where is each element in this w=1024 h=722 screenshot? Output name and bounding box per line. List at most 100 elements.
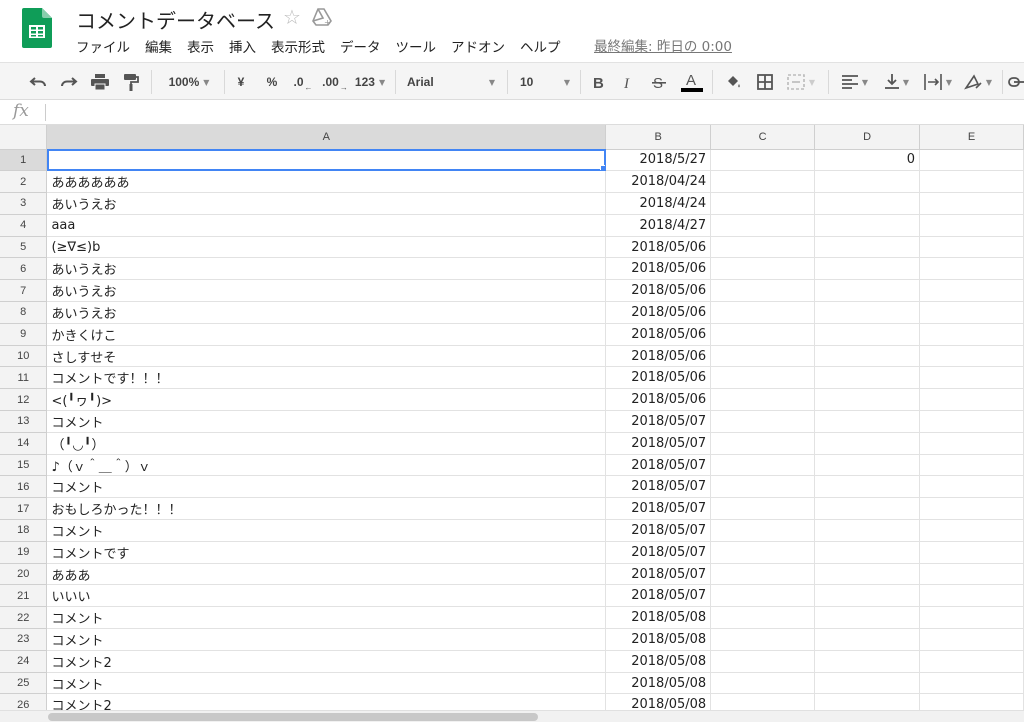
cell-d[interactable] xyxy=(814,214,921,237)
cell-d[interactable] xyxy=(814,693,921,710)
column-header-c[interactable]: C xyxy=(710,125,816,150)
document-title[interactable]: コメントデータベース xyxy=(76,5,275,34)
cell-e[interactable] xyxy=(919,606,1024,630)
bold-button[interactable]: B xyxy=(588,63,610,101)
row-header[interactable]: 26 xyxy=(0,693,48,710)
cell-b[interactable]: 2018/05/07 xyxy=(605,584,712,608)
cell-b[interactable]: 2018/05/06 xyxy=(605,279,712,303)
cell-a[interactable]: おもしろかった！！！ xyxy=(46,497,607,521)
cell-d[interactable] xyxy=(814,388,921,412)
menu-insert[interactable]: 挿入 xyxy=(229,36,256,56)
cell-e[interactable] xyxy=(919,693,1024,710)
cell-d[interactable] xyxy=(814,366,921,390)
cell-b[interactable]: 2018/05/06 xyxy=(605,323,712,346)
row-header[interactable]: 23 xyxy=(0,628,48,651)
decrease-decimal-button[interactable]: .0 ← xyxy=(290,63,316,101)
cell-e[interactable] xyxy=(919,323,1024,346)
menu-format[interactable]: 表示形式 xyxy=(271,36,325,56)
row-header[interactable]: 2 xyxy=(0,170,48,194)
font-size-select[interactable]: 10 ▼ xyxy=(516,63,574,101)
move-to-folder-icon[interactable]: + xyxy=(312,8,332,26)
menu-file[interactable]: ファイル xyxy=(76,36,130,56)
cell-e[interactable] xyxy=(919,628,1024,651)
cell-c[interactable] xyxy=(710,192,816,215)
cell-e[interactable] xyxy=(919,366,1024,390)
row-header[interactable]: 20 xyxy=(0,563,48,586)
fill-color-button[interactable] xyxy=(722,63,744,101)
cell-d[interactable] xyxy=(814,257,921,281)
cell-a[interactable]: コメントです！！！ xyxy=(46,366,607,390)
cell-b[interactable]: 2018/05/07 xyxy=(605,410,712,433)
cell-a[interactable]: コメントです xyxy=(46,541,607,564)
cell-e[interactable] xyxy=(919,149,1024,172)
text-wrapping-button[interactable]: ▼ xyxy=(920,63,956,101)
cell-a[interactable]: あいうえお xyxy=(46,301,607,324)
font-family-select[interactable]: Arial ▼ xyxy=(403,63,499,101)
row-header[interactable]: 15 xyxy=(0,454,48,477)
cell-b[interactable]: 2018/5/27 xyxy=(605,149,712,172)
cell-c[interactable] xyxy=(710,410,816,433)
cell-d[interactable] xyxy=(814,541,921,564)
cell-c[interactable] xyxy=(710,279,816,303)
cell-d[interactable] xyxy=(814,497,921,521)
cell-b[interactable]: 2018/04/24 xyxy=(605,170,712,194)
row-header[interactable]: 14 xyxy=(0,432,48,455)
cell-c[interactable] xyxy=(710,650,816,673)
cell-b[interactable]: 2018/05/06 xyxy=(605,257,712,281)
cell-d[interactable] xyxy=(814,323,921,346)
undo-button[interactable] xyxy=(26,63,50,101)
cell-e[interactable] xyxy=(919,410,1024,433)
cell-a[interactable]: コメント xyxy=(46,519,607,542)
cell-b[interactable]: 2018/05/07 xyxy=(605,541,712,564)
cell-c[interactable] xyxy=(710,672,816,695)
cell-e[interactable] xyxy=(919,214,1024,237)
cell-e[interactable] xyxy=(919,672,1024,695)
formula-input[interactable] xyxy=(52,102,1012,122)
paint-format-button[interactable] xyxy=(119,63,143,101)
cell-e[interactable] xyxy=(919,584,1024,608)
cell-e[interactable] xyxy=(919,519,1024,542)
row-header[interactable]: 1 xyxy=(0,149,48,172)
horizontal-scrollbar[interactable] xyxy=(0,710,1024,722)
cell-d[interactable] xyxy=(814,563,921,586)
row-header[interactable]: 3 xyxy=(0,192,48,215)
cell-e[interactable] xyxy=(919,192,1024,215)
row-header[interactable]: 17 xyxy=(0,497,48,521)
cell-b[interactable]: 2018/4/27 xyxy=(605,214,712,237)
cell-c[interactable] xyxy=(710,301,816,324)
cell-c[interactable] xyxy=(710,628,816,651)
cell-a[interactable]: コメント2 xyxy=(46,650,607,673)
cell-b[interactable]: 2018/05/06 xyxy=(605,236,712,259)
cell-c[interactable] xyxy=(710,432,816,455)
menu-tools[interactable]: ツール xyxy=(396,36,437,56)
cell-b[interactable]: 2018/05/07 xyxy=(605,454,712,477)
cell-c[interactable] xyxy=(710,475,816,499)
cell-d[interactable]: 0 xyxy=(814,149,921,172)
cell-c[interactable] xyxy=(710,170,816,194)
cell-c[interactable] xyxy=(710,323,816,346)
cell-b[interactable]: 2018/05/06 xyxy=(605,388,712,412)
strikethrough-button[interactable]: S xyxy=(648,63,670,101)
cell-e[interactable] xyxy=(919,454,1024,477)
cell-c[interactable] xyxy=(710,563,816,586)
print-button[interactable] xyxy=(88,63,112,101)
row-header[interactable]: 9 xyxy=(0,323,48,346)
cell-a[interactable]: <(╹ヮ╹)> xyxy=(46,388,607,412)
italic-button[interactable]: I xyxy=(618,63,640,101)
currency-format-button[interactable]: ¥ xyxy=(230,63,252,101)
cell-d[interactable] xyxy=(814,345,921,368)
cell-c[interactable] xyxy=(710,149,816,172)
cell-e[interactable] xyxy=(919,301,1024,324)
cell-b[interactable]: 2018/05/07 xyxy=(605,432,712,455)
cell-b[interactable]: 2018/05/06 xyxy=(605,345,712,368)
row-header[interactable]: 12 xyxy=(0,388,48,412)
menu-view[interactable]: 表示 xyxy=(187,36,214,56)
cell-e[interactable] xyxy=(919,170,1024,194)
cell-a[interactable]: コメント2 xyxy=(46,693,607,710)
cell-a[interactable]: あああ xyxy=(46,563,607,586)
merge-cells-button[interactable]: ▼ xyxy=(784,63,818,101)
cell-c[interactable] xyxy=(710,541,816,564)
cell-e[interactable] xyxy=(919,257,1024,281)
menu-help[interactable]: ヘルプ xyxy=(520,36,561,56)
cell-c[interactable] xyxy=(710,345,816,368)
